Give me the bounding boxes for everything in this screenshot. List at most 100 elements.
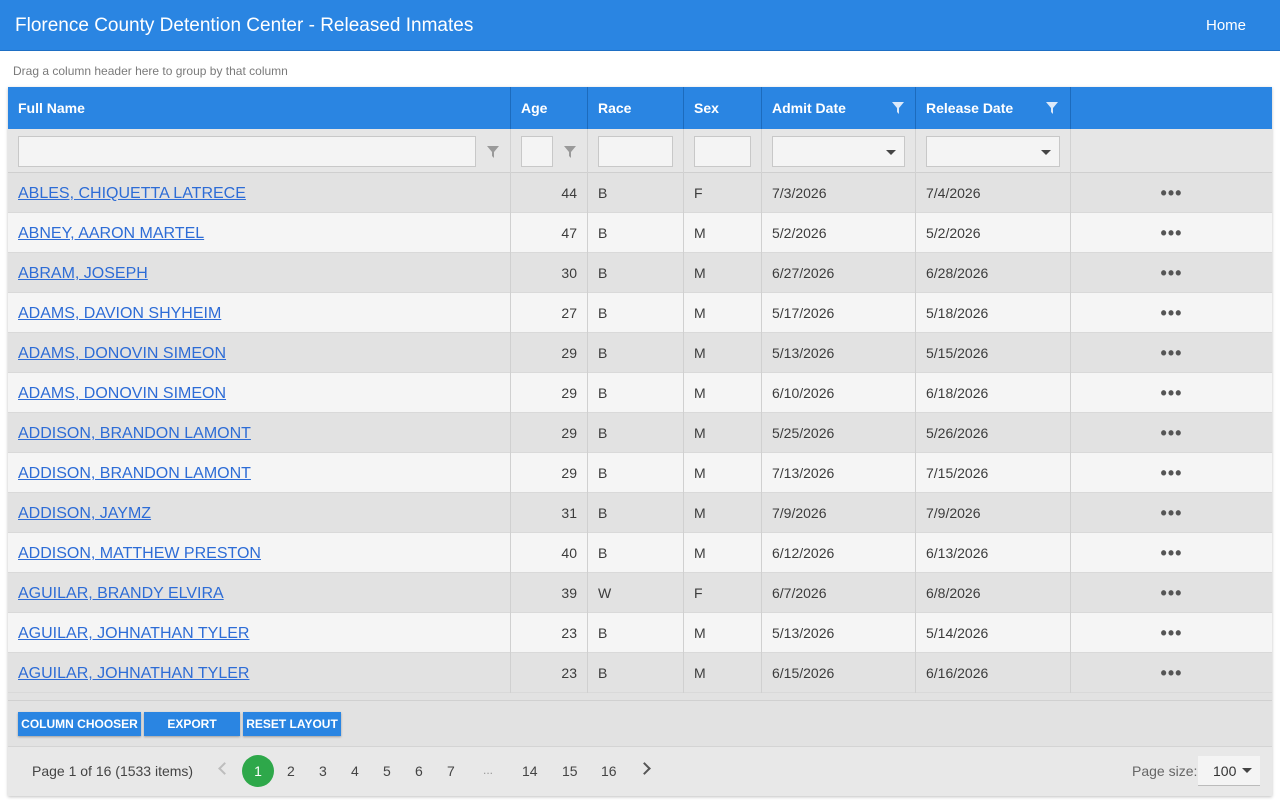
table-row[interactable]: ADDISON, MATTHEW PRESTON 40 B M 6/12/2026 6/1…: [8, 533, 1272, 573]
race-cell: B: [588, 493, 684, 533]
age-cell: 27: [511, 293, 588, 333]
inmate-name-link[interactable]: ABLES, CHIQUETTA LATRECE: [18, 185, 246, 202]
more-horizontal-icon[interactable]: •••: [1071, 453, 1272, 493]
page-button-6[interactable]: 6: [415, 763, 423, 779]
release-date-filter-select[interactable]: [926, 136, 1060, 167]
prev-page-icon[interactable]: [218, 762, 231, 775]
filter-row: [8, 129, 1272, 173]
table-row[interactable]: ADAMS, DONOVIN SIMEON 29 B M 5/13/2026 5/15/2…: [8, 333, 1272, 373]
more-horizontal-icon[interactable]: •••: [1071, 173, 1272, 213]
inmate-name-link[interactable]: AGUILAR, JOHNATHAN TYLER: [18, 625, 249, 642]
table-row[interactable]: AGUILAR, BRANDY ELVIRA 39 W F 6/7/2026 6/8/20…: [8, 573, 1272, 613]
race-cell: B: [588, 613, 684, 653]
table-row[interactable]: ADDISON, BRANDON LAMONT 29 B M 5/25/2026 5/26…: [8, 413, 1272, 453]
reset-layout-button[interactable]: RESET LAYOUT: [243, 712, 341, 736]
inmate-name-link[interactable]: ADAMS, DAVION SHYHEIM: [18, 305, 221, 322]
table-row[interactable]: AGUILAR, JOHNATHAN TYLER 23 B M 6/15/2026 6/1…: [8, 653, 1272, 693]
page-button-16[interactable]: 16: [601, 763, 617, 779]
column-header-full-name[interactable]: Full Name: [8, 87, 511, 129]
inmate-name-link[interactable]: ADAMS, DONOVIN SIMEON: [18, 385, 226, 402]
full-name-cell: ABNEY, AARON MARTEL: [8, 213, 511, 253]
page-size-value: 100: [1213, 763, 1237, 779]
inmate-name-link[interactable]: ADDISON, BRANDON LAMONT: [18, 425, 251, 442]
home-link[interactable]: Home: [1206, 17, 1246, 34]
table-row[interactable]: ABRAM, JOSEPH 30 B M 6/27/2026 6/28/2026 •••: [8, 253, 1272, 293]
export-button[interactable]: EXPORT: [144, 712, 240, 736]
full-name-cell: ADDISON, MATTHEW PRESTON: [8, 533, 511, 573]
filter-icon[interactable]: [1046, 102, 1058, 114]
inmate-name-link[interactable]: ADDISON, JAYMZ: [18, 505, 151, 522]
race-cell: B: [588, 253, 684, 293]
page-button-15[interactable]: 15: [562, 763, 578, 779]
more-horizontal-icon[interactable]: •••: [1071, 253, 1272, 293]
more-horizontal-icon[interactable]: •••: [1071, 493, 1272, 533]
table-row[interactable]: ABLES, CHIQUETTA LATRECE 44 B F 7/3/2026 7/4/…: [8, 173, 1272, 213]
race-filter-input[interactable]: [598, 136, 673, 167]
inmate-name-link[interactable]: AGUILAR, JOHNATHAN TYLER: [18, 665, 249, 682]
filter-cell-sex: [684, 129, 762, 173]
table-row[interactable]: ADAMS, DAVION SHYHEIM 27 B M 5/17/2026 5/18/2…: [8, 293, 1272, 333]
column-header-race[interactable]: Race: [588, 87, 684, 129]
page-button-2[interactable]: 2: [287, 763, 295, 779]
table-row[interactable]: ADDISON, JAYMZ 31 B M 7/9/2026 7/9/2026 •••: [8, 493, 1272, 533]
page-button-7[interactable]: 7: [447, 763, 455, 779]
full-name-cell: ADDISON, BRANDON LAMONT: [8, 453, 511, 493]
more-horizontal-icon[interactable]: •••: [1071, 333, 1272, 373]
table-row[interactable]: ADAMS, DONOVIN SIMEON 29 B M 6/10/2026 6/18/2…: [8, 373, 1272, 413]
age-filter-input[interactable]: [521, 136, 553, 167]
column-header-label: Sex: [694, 100, 719, 116]
more-horizontal-icon[interactable]: •••: [1071, 533, 1272, 573]
inmate-name-link[interactable]: ADDISON, MATTHEW PRESTON: [18, 545, 261, 562]
filter-operation-icon[interactable]: [487, 146, 499, 158]
full-name-cell: AGUILAR, BRANDY ELVIRA: [8, 573, 511, 613]
column-header-admit-date[interactable]: Admit Date: [762, 87, 916, 129]
page-button-4[interactable]: 4: [351, 763, 359, 779]
inmate-name-link[interactable]: AGUILAR, BRANDY ELVIRA: [18, 585, 224, 602]
page-button-1[interactable]: 1: [242, 755, 274, 787]
column-header-age[interactable]: Age: [511, 87, 588, 129]
admit-date-cell: 6/7/2026: [762, 573, 916, 613]
admit-date-cell: 5/13/2026: [762, 613, 916, 653]
full-name-filter-input[interactable]: [18, 136, 476, 167]
age-cell: 29: [511, 453, 588, 493]
column-header-sex[interactable]: Sex: [684, 87, 762, 129]
more-horizontal-icon[interactable]: •••: [1071, 293, 1272, 333]
inmate-name-link[interactable]: ABRAM, JOSEPH: [18, 265, 148, 282]
sex-filter-input[interactable]: [694, 136, 751, 167]
admit-date-cell: 7/3/2026: [762, 173, 916, 213]
sex-cell: M: [684, 293, 762, 333]
page-button-3[interactable]: 3: [319, 763, 327, 779]
more-horizontal-icon[interactable]: •••: [1071, 373, 1272, 413]
group-panel-hint[interactable]: Drag a column header here to group by th…: [13, 64, 288, 78]
table-row[interactable]: AGUILAR, JOHNATHAN TYLER 23 B M 5/13/2026 5/1…: [8, 613, 1272, 653]
filter-icon[interactable]: [892, 102, 904, 114]
release-date-cell: 7/9/2026: [916, 493, 1071, 533]
admit-date-cell: 6/27/2026: [762, 253, 916, 293]
admit-date-filter-select[interactable]: [772, 136, 905, 167]
table-row[interactable]: ADDISON, BRANDON LAMONT 29 B M 7/13/2026 7/15…: [8, 453, 1272, 493]
release-date-cell: 5/15/2026: [916, 333, 1071, 373]
sex-cell: M: [684, 373, 762, 413]
more-horizontal-icon[interactable]: •••: [1071, 613, 1272, 653]
sex-cell: M: [684, 493, 762, 533]
filter-cell-actions: [1071, 129, 1272, 173]
column-header-release-date[interactable]: Release Date: [916, 87, 1071, 129]
filter-operation-icon[interactable]: [564, 146, 576, 158]
full-name-cell: ADAMS, DONOVIN SIMEON: [8, 333, 511, 373]
page-button-14[interactable]: 14: [522, 763, 538, 779]
page-size-select[interactable]: 100: [1198, 756, 1260, 786]
page-button-5[interactable]: 5: [383, 763, 391, 779]
inmate-name-link[interactable]: ADAMS, DONOVIN SIMEON: [18, 345, 226, 362]
more-horizontal-icon[interactable]: •••: [1071, 213, 1272, 253]
more-horizontal-icon[interactable]: •••: [1071, 413, 1272, 453]
full-name-cell: ADDISON, BRANDON LAMONT: [8, 413, 511, 453]
inmate-name-link[interactable]: ADDISON, BRANDON LAMONT: [18, 465, 251, 482]
table-row[interactable]: ABNEY, AARON MARTEL 47 B M 5/2/2026 5/2/2026 •…: [8, 213, 1272, 253]
release-date-cell: 6/18/2026: [916, 373, 1071, 413]
admit-date-cell: 5/17/2026: [762, 293, 916, 333]
inmate-name-link[interactable]: ABNEY, AARON MARTEL: [18, 225, 204, 242]
more-horizontal-icon[interactable]: •••: [1071, 653, 1272, 693]
next-page-icon[interactable]: [638, 762, 651, 775]
column-chooser-button[interactable]: COLUMN CHOOSER: [18, 712, 141, 736]
more-horizontal-icon[interactable]: •••: [1071, 573, 1272, 613]
